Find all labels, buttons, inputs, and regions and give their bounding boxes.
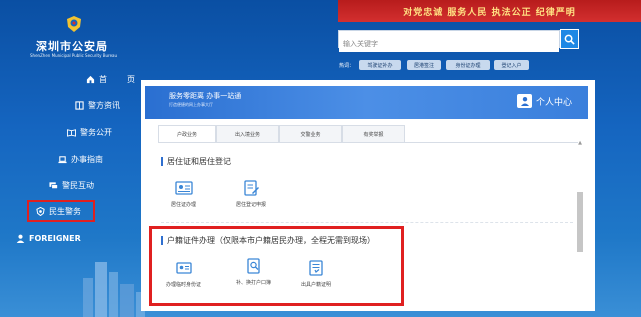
- hot-word-tag[interactable]: 驾驶证补办: [359, 60, 401, 70]
- sidebar-item-label: 办事指南: [71, 155, 103, 164]
- service-label: 居住登记申报: [236, 202, 267, 208]
- sidebar-item-label: 页: [127, 75, 135, 84]
- service-residence-registration[interactable]: 居住登记申报: [236, 180, 266, 208]
- section-divider: [161, 222, 573, 223]
- service-tabs: 户政业务 出入境业务 交警业务 有奖举报: [158, 125, 405, 143]
- sidebar-item-label: FOREIGNER: [29, 234, 81, 243]
- sidebar-item-label: 警务公开: [80, 128, 112, 137]
- police-emblem-icon: [67, 16, 81, 32]
- sidebar-item-label: 警民互动: [62, 181, 94, 190]
- person-icon: [16, 234, 25, 243]
- hot-word-tag[interactable]: 居港签注: [407, 60, 441, 70]
- tab-divider: [158, 142, 578, 143]
- site-title: 深圳市公安局: [36, 40, 108, 53]
- tab-reward-report[interactable]: 有奖举报: [342, 125, 405, 143]
- service-tagline: 服务零距离 办事一站通: [169, 92, 242, 100]
- city-skyline-image: [83, 262, 145, 317]
- service-residence-permit[interactable]: 居住证办理: [171, 180, 196, 208]
- book-icon: [75, 101, 84, 110]
- user-center-button[interactable]: 个人中心: [517, 94, 572, 108]
- laptop-icon: [58, 156, 67, 164]
- scrollbar-thumb[interactable]: [577, 192, 583, 252]
- sidebar-item-label: 首: [99, 75, 107, 84]
- sidebar-item-livelihood-policing[interactable]: 民生警务: [27, 200, 95, 222]
- home-icon: [86, 75, 95, 84]
- search-box: [338, 30, 560, 52]
- hot-word-tag[interactable]: 登记入户: [494, 60, 529, 70]
- hot-words-label: 热词：: [339, 63, 355, 69]
- scrollbar[interactable]: ▲: [576, 140, 584, 300]
- document-edit-icon: [242, 180, 260, 196]
- sidebar-item-home[interactable]: 首 页: [86, 74, 135, 85]
- sidebar-item-police-public[interactable]: 警务公开: [67, 127, 112, 138]
- service-header: 服务零距离 办事一站通 打造便捷的网上办事大厅 个人中心: [145, 86, 588, 119]
- section-title: 居住证和居住登记: [161, 156, 231, 167]
- sidebar: 深圳市公安局 ShenZhen Municipal Public Securit…: [0, 0, 145, 317]
- hot-word-tag[interactable]: 身份证办理: [446, 60, 490, 70]
- tab-exit-entry-business[interactable]: 出入境业务: [216, 125, 279, 143]
- user-center-label: 个人中心: [536, 97, 573, 108]
- search-input[interactable]: [339, 36, 559, 52]
- tab-household-business[interactable]: 户政业务: [158, 125, 216, 143]
- sidebar-item-police-news[interactable]: 警方资讯: [75, 100, 120, 111]
- user-icon: [517, 94, 532, 108]
- sidebar-item-foreigner[interactable]: FOREIGNER: [16, 234, 81, 243]
- service-label: 居住证办理: [171, 202, 197, 208]
- search-icon: [564, 34, 575, 45]
- sidebar-item-label: 民生警务: [49, 206, 81, 216]
- sidebar-item-label: 警方资讯: [88, 101, 120, 110]
- scroll-up-arrow-icon[interactable]: ▲: [576, 140, 584, 148]
- search-button[interactable]: [560, 29, 579, 49]
- service-subtitle: 打造便捷的网上办事大厅: [169, 102, 213, 107]
- open-book-icon: [67, 129, 76, 137]
- section-title-text: 居住证和居住登记: [167, 157, 231, 166]
- sidebar-item-police-interaction[interactable]: 警民互动: [49, 180, 94, 191]
- site-subtitle: ShenZhen Municipal Public Security Burea…: [30, 53, 118, 58]
- id-card-icon: [174, 180, 193, 196]
- police-badge-icon: [36, 206, 45, 216]
- tab-traffic-police-business[interactable]: 交警业务: [279, 125, 342, 143]
- sidebar-item-service-guide[interactable]: 办事指南: [58, 154, 103, 165]
- chat-icon: [49, 182, 58, 190]
- slogan-banner: 对党忠诚 服务人民 执法公正 纪律严明: [338, 0, 641, 22]
- highlight-annotation-box: [149, 226, 404, 306]
